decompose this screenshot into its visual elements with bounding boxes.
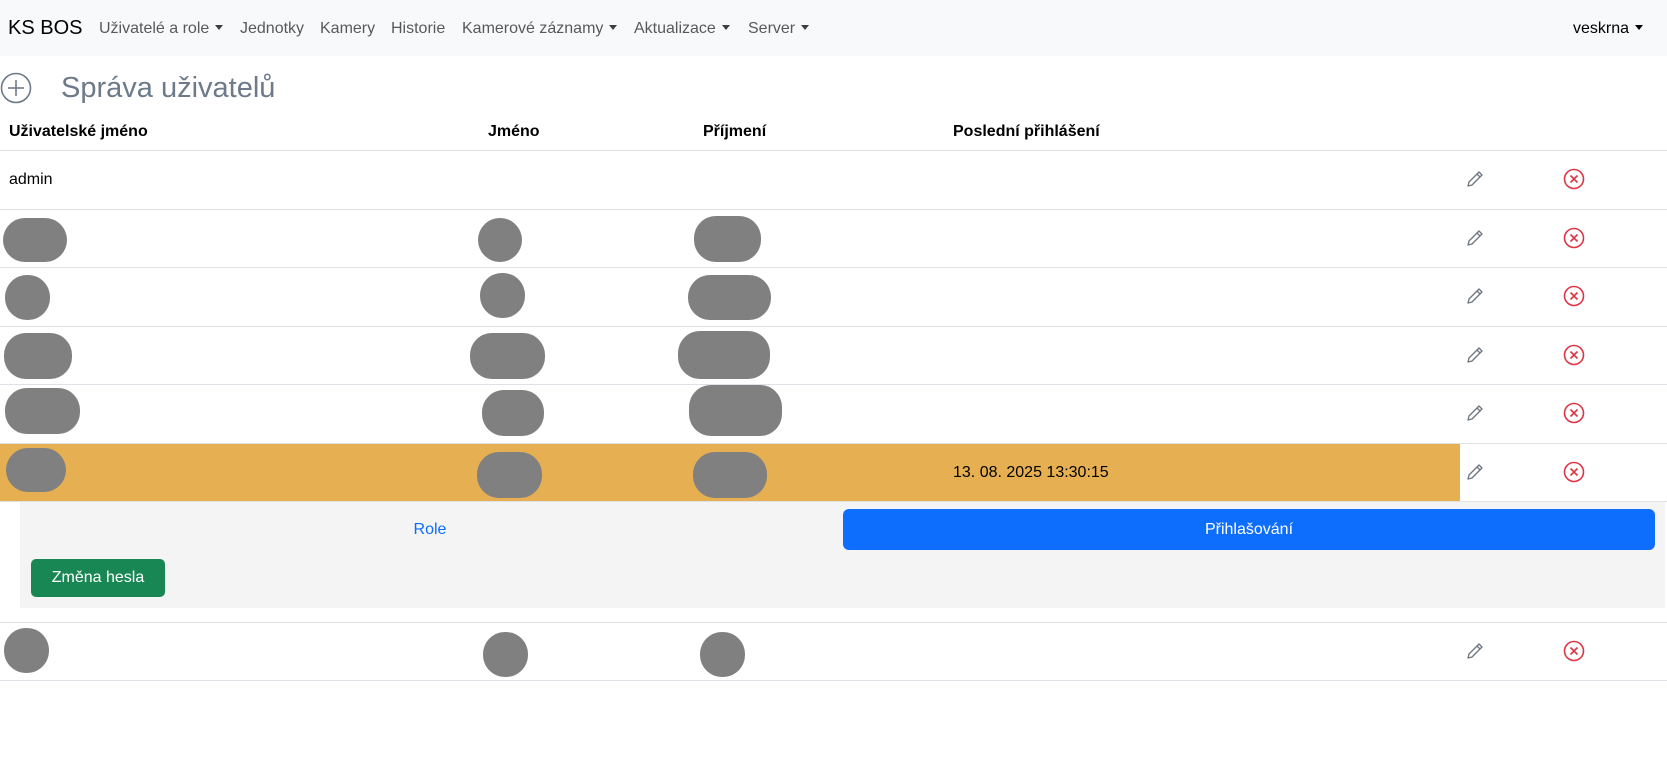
- column-header-last-name: Příjmení: [703, 123, 767, 140]
- redacted-first-name: [477, 452, 542, 498]
- redacted-username: [4, 333, 72, 379]
- nav-users-roles-label: Uživatelé a role: [99, 20, 210, 37]
- x-circle-icon[interactable]: [1563, 402, 1585, 424]
- x-circle-icon[interactable]: [1563, 168, 1585, 190]
- x-circle-icon[interactable]: [1563, 344, 1585, 366]
- redacted-username: [6, 448, 66, 492]
- user-detail-panel: Role Přihlašování Změna hesla: [20, 502, 1665, 608]
- table-row[interactable]: [0, 210, 1667, 268]
- x-circle-icon[interactable]: [1563, 461, 1585, 483]
- column-header-last-login: Poslední přihlášení: [953, 123, 1100, 140]
- pencil-icon[interactable]: [1464, 461, 1486, 483]
- pencil-icon[interactable]: [1464, 168, 1486, 190]
- table-row[interactable]: admin: [0, 151, 1667, 209]
- plus-circle-icon[interactable]: [0, 72, 32, 104]
- nav-camera-records[interactable]: Kamerové záznamy: [462, 19, 618, 39]
- column-header-first-name: Jméno: [488, 123, 540, 140]
- cell-username: admin: [9, 171, 53, 188]
- divider: [0, 680, 1667, 681]
- table-row-selected[interactable]: 13. 08. 2025 13:30:15: [0, 444, 1667, 502]
- chevron-down-icon: [609, 25, 618, 30]
- redacted-last-name: [678, 331, 770, 379]
- user-menu-label: veskrna: [1572, 20, 1629, 37]
- redacted-last-name: [688, 275, 771, 320]
- table-row[interactable]: [0, 623, 1667, 681]
- chevron-down-icon: [801, 25, 810, 30]
- table-row[interactable]: [0, 268, 1667, 326]
- nav-server-label: Server: [748, 20, 796, 37]
- user-menu[interactable]: veskrna: [1573, 19, 1643, 39]
- chevron-down-icon: [1635, 25, 1643, 30]
- x-circle-icon[interactable]: [1563, 227, 1585, 249]
- redacted-username: [4, 628, 49, 673]
- x-circle-icon[interactable]: [1563, 640, 1585, 662]
- redacted-first-name: [480, 273, 525, 318]
- cell-last-login: 13. 08. 2025 13:30:15: [953, 464, 1109, 481]
- nav-updates[interactable]: Aktualizace: [634, 19, 730, 39]
- redacted-first-name: [478, 218, 522, 262]
- redacted-first-name: [483, 632, 528, 677]
- brand-logo[interactable]: KS BOS: [8, 16, 82, 40]
- redacted-username: [3, 218, 67, 262]
- tab-login[interactable]: Přihlašování: [843, 509, 1655, 550]
- redacted-last-name: [700, 632, 745, 677]
- redacted-last-name: [694, 216, 761, 262]
- nav-units-label: Jednotky: [240, 20, 305, 37]
- pencil-icon[interactable]: [1464, 285, 1486, 307]
- nav-camera-records-label: Kamerové záznamy: [462, 20, 604, 37]
- redacted-first-name: [482, 390, 544, 436]
- chevron-down-icon: [721, 25, 730, 30]
- chevron-down-icon: [215, 25, 224, 30]
- redacted-first-name: [470, 333, 545, 379]
- nav-history[interactable]: Historie: [391, 19, 445, 39]
- tab-role[interactable]: Role: [20, 510, 840, 550]
- column-header-username: Uživatelské jméno: [9, 123, 148, 140]
- pencil-icon[interactable]: [1464, 640, 1486, 662]
- table-row[interactable]: [0, 385, 1667, 443]
- pencil-icon[interactable]: [1464, 402, 1486, 424]
- page-title: Správa uživatelů: [61, 72, 276, 104]
- table-row[interactable]: [0, 327, 1667, 385]
- nav-history-label: Historie: [391, 20, 446, 37]
- redacted-username: [5, 275, 50, 320]
- pencil-icon[interactable]: [1464, 227, 1486, 249]
- nav-updates-label: Aktualizace: [634, 20, 716, 37]
- nav-cameras[interactable]: Kamery: [320, 19, 375, 39]
- x-circle-icon[interactable]: [1563, 285, 1585, 307]
- nav-units[interactable]: Jednotky: [240, 19, 304, 39]
- nav-users-roles[interactable]: Uživatelé a role: [99, 19, 224, 39]
- nav-cameras-label: Kamery: [320, 20, 376, 37]
- redacted-last-name: [693, 452, 767, 498]
- nav-server[interactable]: Server: [748, 19, 810, 39]
- redacted-username: [5, 388, 80, 434]
- change-password-button[interactable]: Změna hesla: [31, 559, 165, 597]
- pencil-icon[interactable]: [1464, 344, 1486, 366]
- top-navbar: KS BOS Uživatelé a role Jednotky Kamery …: [0, 0, 1667, 56]
- redacted-last-name: [689, 385, 782, 436]
